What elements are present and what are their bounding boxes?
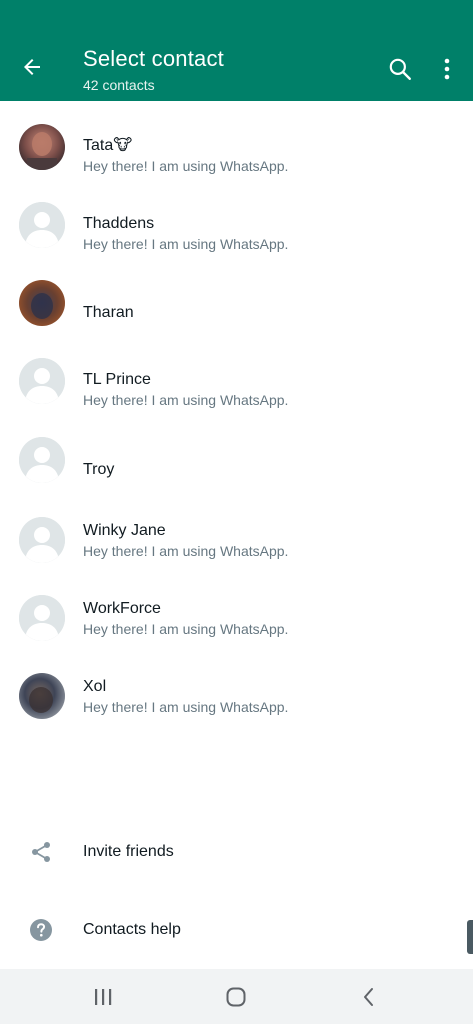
help-icon bbox=[28, 917, 54, 943]
contact-row[interactable]: WorkForce Hey there! I am using WhatsApp… bbox=[0, 579, 473, 657]
invite-friends-label: Invite friends bbox=[83, 843, 174, 860]
profile-photo-icon bbox=[19, 124, 65, 170]
recent-apps-button[interactable] bbox=[89, 983, 117, 1011]
contact-status: Hey there! I am using WhatsApp. bbox=[83, 621, 289, 637]
arrow-left-icon bbox=[24, 59, 40, 75]
contact-avatar bbox=[19, 280, 65, 326]
contact-status: Hey there! I am using WhatsApp. bbox=[83, 158, 289, 174]
contact-avatar bbox=[19, 595, 65, 641]
contact-name: Tata🐮 bbox=[83, 137, 133, 154]
contact-avatar bbox=[19, 124, 65, 170]
search-icon bbox=[389, 58, 411, 80]
contact-avatar bbox=[19, 358, 65, 404]
contact-row[interactable]: Troy bbox=[0, 421, 473, 499]
system-navigation-bar bbox=[0, 969, 473, 1024]
contact-name: Troy bbox=[83, 461, 115, 478]
contact-row[interactable]: TL Prince Hey there! I am using WhatsApp… bbox=[0, 342, 473, 420]
contact-status: Hey there! I am using WhatsApp. bbox=[83, 699, 289, 715]
scrollbar-thumb[interactable] bbox=[467, 920, 473, 954]
contact-row[interactable]: Winky Jane Hey there! I am using WhatsAp… bbox=[0, 501, 473, 579]
contact-avatar bbox=[19, 202, 65, 248]
page-title: Select contact bbox=[83, 46, 224, 71]
default-avatar-icon bbox=[19, 437, 65, 483]
recent-apps-icon bbox=[95, 989, 112, 1005]
contact-status: Hey there! I am using WhatsApp. bbox=[83, 392, 289, 408]
default-avatar-icon bbox=[19, 517, 65, 563]
invite-friends-item[interactable]: Invite friends bbox=[0, 821, 473, 883]
contact-status: Hey there! I am using WhatsApp. bbox=[83, 236, 289, 252]
contact-status: Hey there! I am using WhatsApp. bbox=[83, 543, 289, 559]
contact-name: Thaddens bbox=[83, 215, 155, 232]
share-icon bbox=[28, 839, 54, 865]
home-button[interactable] bbox=[222, 983, 250, 1011]
nav-back-button[interactable] bbox=[355, 983, 383, 1011]
contact-row[interactable]: Tharan bbox=[0, 264, 473, 342]
search-button[interactable] bbox=[386, 55, 414, 83]
contact-name: WorkForce bbox=[83, 600, 161, 617]
profile-photo-icon bbox=[19, 673, 65, 719]
contacts-help-label: Contacts help bbox=[83, 921, 181, 938]
default-avatar-icon bbox=[19, 202, 65, 248]
back-icon bbox=[364, 988, 373, 1006]
contact-name: Tharan bbox=[83, 304, 134, 321]
contacts-count: 42 contacts bbox=[83, 77, 155, 93]
more-options-button[interactable] bbox=[436, 55, 458, 83]
more-vertical-icon bbox=[444, 58, 450, 80]
default-avatar-icon bbox=[19, 358, 65, 404]
app-header: Select contact 42 contacts bbox=[0, 0, 473, 101]
contact-avatar bbox=[19, 673, 65, 719]
contact-avatar bbox=[19, 517, 65, 563]
contacts-help-item[interactable]: Contacts help bbox=[0, 899, 473, 961]
back-button[interactable] bbox=[18, 53, 46, 81]
contact-name: TL Prince bbox=[83, 371, 151, 388]
contact-avatar bbox=[19, 437, 65, 483]
contact-row[interactable]: Thaddens Hey there! I am using WhatsApp. bbox=[0, 186, 473, 264]
contact-row[interactable]: Tata🐮 Hey there! I am using WhatsApp. bbox=[0, 108, 473, 186]
profile-photo-icon bbox=[19, 280, 65, 326]
home-icon bbox=[226, 987, 246, 1007]
contact-name: Winky Jane bbox=[83, 522, 166, 539]
contact-name: Xol bbox=[83, 678, 107, 695]
default-avatar-icon bbox=[19, 595, 65, 641]
contact-row[interactable]: Xol Hey there! I am using WhatsApp. bbox=[0, 657, 473, 735]
